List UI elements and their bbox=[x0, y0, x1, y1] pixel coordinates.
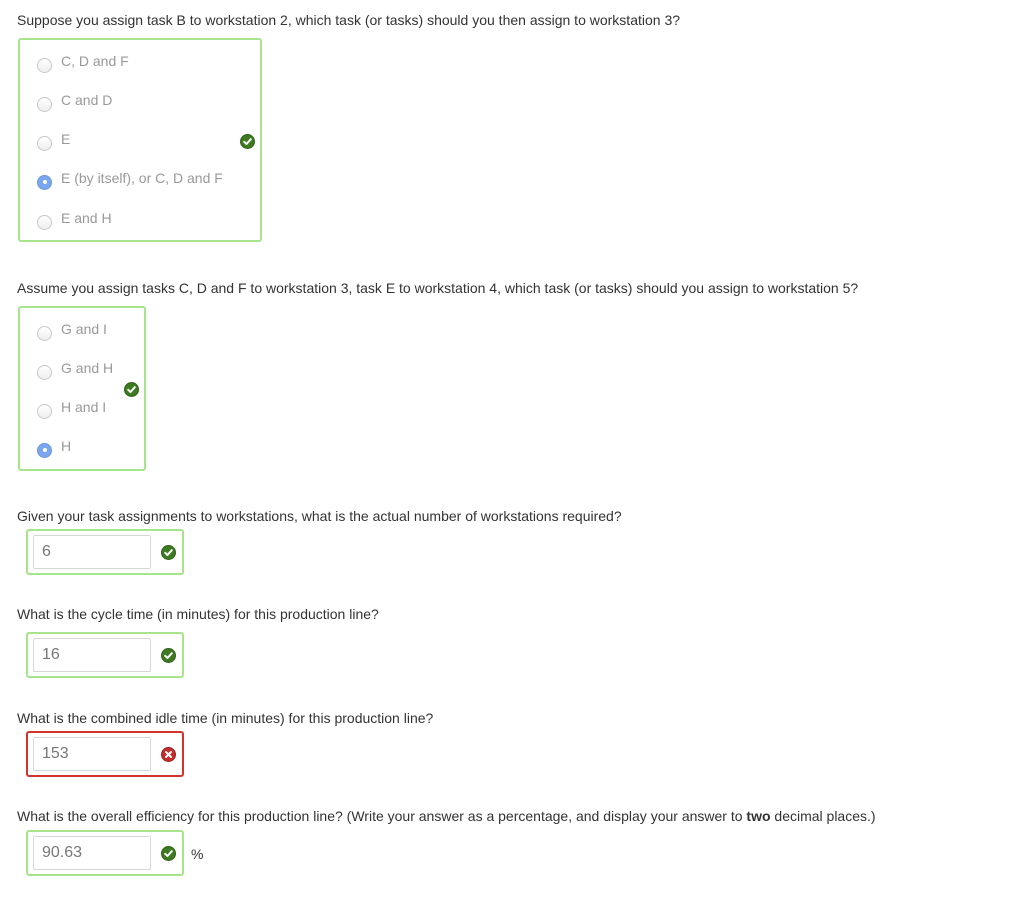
option-label: C, D and F bbox=[61, 53, 129, 69]
option-label: E bbox=[61, 131, 71, 147]
radio-button[interactable] bbox=[37, 403, 52, 419]
option-g-h[interactable]: G and H bbox=[37, 358, 114, 380]
correct-check-icon bbox=[161, 545, 176, 560]
cycle-time-input[interactable] bbox=[33, 638, 151, 672]
option-e-h[interactable]: E and H bbox=[37, 208, 112, 230]
option-h-i[interactable]: H and I bbox=[37, 397, 107, 419]
correct-check-icon bbox=[161, 846, 176, 861]
incorrect-x-icon bbox=[161, 747, 176, 762]
question-6-text-end: decimal places.) bbox=[770, 808, 876, 824]
option-label: G and I bbox=[61, 321, 107, 337]
radio-button[interactable] bbox=[37, 214, 52, 230]
correct-check-icon bbox=[240, 134, 255, 149]
radio-button[interactable] bbox=[37, 96, 52, 112]
percent-unit: % bbox=[191, 846, 204, 862]
question-2-choices: G and I G and H H and I H bbox=[18, 306, 146, 471]
option-label: G and H bbox=[61, 360, 114, 376]
radio-button-selected[interactable] bbox=[37, 442, 52, 458]
option-label: H bbox=[61, 438, 72, 454]
question-6-text-bold: two bbox=[746, 808, 771, 824]
option-label: E and H bbox=[61, 210, 112, 226]
option-label: E (by itself), or C, D and F bbox=[61, 170, 223, 186]
idle-time-answer bbox=[26, 731, 184, 777]
radio-button-selected[interactable] bbox=[37, 174, 52, 190]
idle-time-input[interactable] bbox=[33, 737, 151, 771]
option-label: C and D bbox=[61, 92, 113, 108]
radio-button[interactable] bbox=[37, 325, 52, 341]
question-3-text: Given your task assignments to workstati… bbox=[17, 508, 622, 524]
correct-check-icon bbox=[124, 382, 139, 397]
radio-button[interactable] bbox=[37, 57, 52, 73]
question-6-text-start: What is the overall efficiency for this … bbox=[17, 808, 747, 824]
option-label: H and I bbox=[61, 399, 107, 415]
question-1-choices: C, D and F C and D E E (by itself), or C… bbox=[18, 38, 262, 242]
radio-button[interactable] bbox=[37, 135, 52, 151]
option-e-or-c-d-f[interactable]: E (by itself), or C, D and F bbox=[37, 168, 223, 190]
workstations-answer bbox=[26, 529, 184, 575]
efficiency-answer bbox=[26, 830, 184, 876]
correct-check-icon bbox=[161, 648, 176, 663]
efficiency-input[interactable] bbox=[33, 836, 151, 870]
question-4-text: What is the cycle time (in minutes) for … bbox=[17, 606, 379, 622]
radio-button[interactable] bbox=[37, 364, 52, 380]
option-e[interactable]: E bbox=[37, 129, 71, 151]
question-1-text: Suppose you assign task B to workstation… bbox=[17, 12, 681, 28]
question-2-text: Assume you assign tasks C, D and F to wo… bbox=[17, 280, 859, 296]
option-g-i[interactable]: G and I bbox=[37, 319, 107, 341]
option-h[interactable]: H bbox=[37, 436, 72, 458]
question-5-text: What is the combined idle time (in minut… bbox=[17, 710, 434, 726]
workstations-input[interactable] bbox=[33, 535, 151, 569]
option-c-d-f[interactable]: C, D and F bbox=[37, 51, 129, 73]
option-c-d[interactable]: C and D bbox=[37, 90, 113, 112]
cycle-time-answer bbox=[26, 632, 184, 678]
question-6-text: What is the overall efficiency for this … bbox=[17, 808, 876, 824]
